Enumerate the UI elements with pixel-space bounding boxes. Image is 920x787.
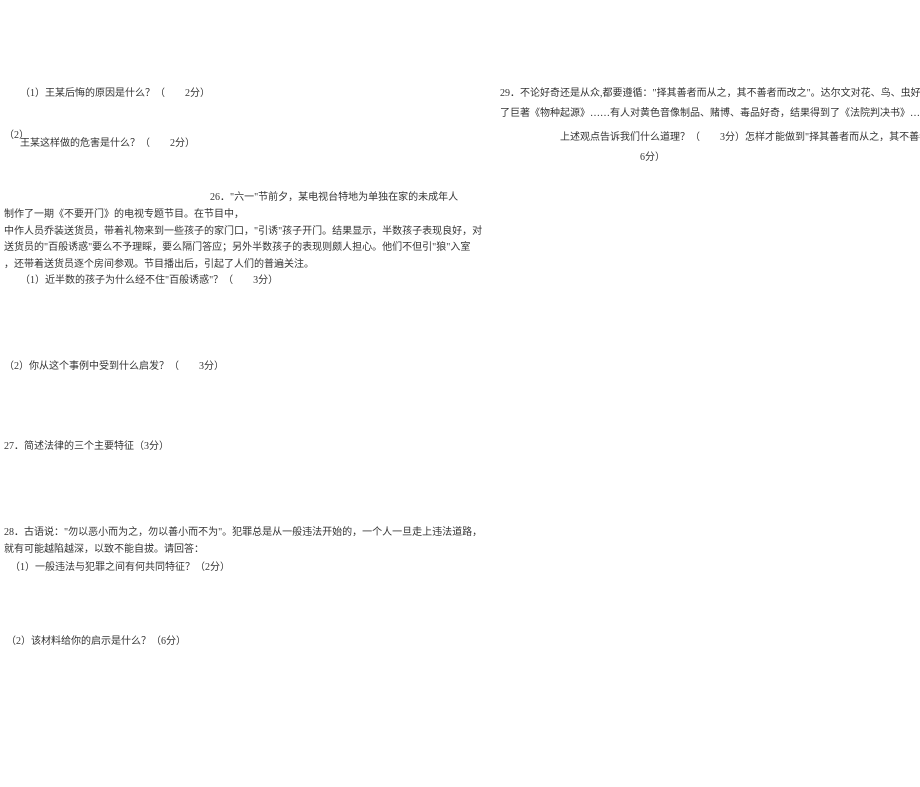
q26-sub2: （2）你从这个事例中受到什么启发？（ 3分） (4, 359, 224, 375)
q27-text: 27．简述法律的三个主要特征（3分） (4, 439, 169, 455)
q26-line5: ，还带着送货员逐个房间参观。节目播出后，引起了人们的普遍关注。 (4, 257, 314, 273)
q26-line3: 中作人员乔装送货员，带着礼物来到一些孩子的家门口，"引诱"孩子开门。结果显示，半… (4, 224, 482, 240)
q28-line2: 就有可能越陷越深，以致不能自拔。请回答： (4, 542, 204, 558)
q29-line1: 29．不论好奇还是从众,都要遵循："择其善者而从之，其不善者而改之"。达尔文对花… (500, 86, 920, 102)
q26-sub1: （1）近半数的孩子为什么经不住"百般诱惑"？（ 3分） (20, 273, 278, 289)
q29-line2: 了巨著《物种起源》……有人对黄色音像制品、赌博、毒品好奇，结果得到了《法院判决书… (500, 106, 920, 122)
q28-line1: 28．古语说："勿以恶小而为之，勿以善小而不为"。犯罪总是从一般违法开始的，一个… (4, 525, 482, 541)
q25-sub1-text: （1）王某后悔的原因是什么？（ 2分） (20, 86, 210, 102)
q26-line2: 制作了一期《不要开门》的电视专题节目。在节目中， (4, 207, 244, 223)
q28-sub2: （2）该材料给你的启示是什么？（6分） (6, 634, 186, 650)
q29-line3: 上述观点告诉我们什么道理？（ 3分）怎样才能做到"择其善者而从之，其不善者而改之… (560, 130, 920, 146)
q26-intro: 26．"六一"节前夕，某电视台特地为单独在家的未成年人 (210, 190, 458, 206)
q28-sub1: （1）一般违法与犯罪之间有何共同特征？（2分） (10, 560, 230, 576)
q29-line4: 6分） (640, 150, 665, 166)
q26-line4: 送货员的"百般诱惑"要么不予理睬，要么隔门答应；另外半数孩子的表现则颇人担心。他… (4, 240, 470, 256)
document-page: （1）王某后悔的原因是什么？（ 2分） （2） 王某这样做的危害是什么？（ 2分… (0, 0, 920, 787)
q25-sub2-text: 王某这样做的危害是什么？（ 2分） (20, 136, 195, 152)
